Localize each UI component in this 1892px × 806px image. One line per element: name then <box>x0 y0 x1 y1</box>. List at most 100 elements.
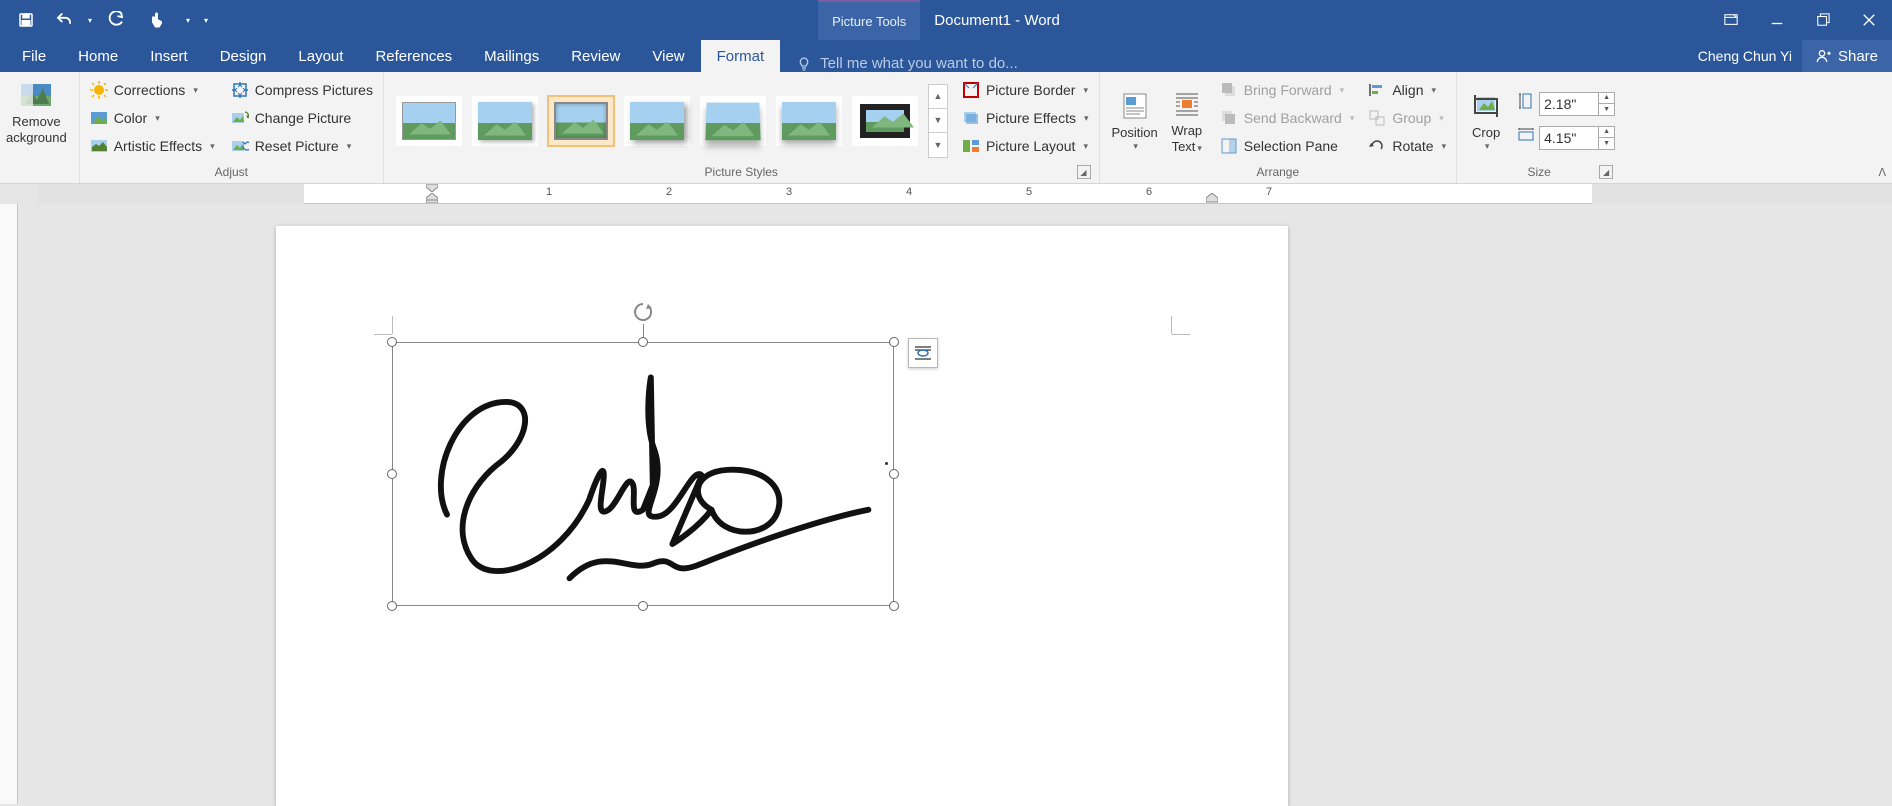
gallery-scroll-down[interactable]: ▼ <box>929 109 947 133</box>
picture-effects-icon <box>962 109 980 127</box>
height-down[interactable]: ▼ <box>1599 104 1614 115</box>
height-up[interactable]: ▲ <box>1599 93 1614 105</box>
layout-options-button[interactable] <box>908 338 938 368</box>
reset-picture-button[interactable]: Reset Picture▾ <box>227 132 377 160</box>
resize-handle-bl[interactable] <box>387 601 397 611</box>
undo-button[interactable] <box>46 2 82 38</box>
tab-review[interactable]: Review <box>555 40 636 72</box>
customize-qat-dropdown[interactable]: ▾ <box>196 16 216 25</box>
align-button[interactable]: Align▾ <box>1364 76 1450 104</box>
width-spinner[interactable]: ▲▼ <box>1598 127 1614 149</box>
first-line-indent-marker[interactable] <box>426 184 438 192</box>
change-picture-button[interactable]: Change Picture <box>227 104 377 132</box>
tab-references[interactable]: References <box>359 40 468 72</box>
picture-effects-button[interactable]: Picture Effects▾ <box>958 104 1093 132</box>
share-button[interactable]: Share <box>1802 40 1892 72</box>
resize-handle-tr[interactable] <box>889 337 899 347</box>
rotate-button[interactable]: Rotate▾ <box>1364 132 1450 160</box>
corrections-button[interactable]: Corrections▾ <box>86 76 219 104</box>
vertical-ruler[interactable] <box>0 204 18 804</box>
margin-corner-tr-h <box>1172 334 1190 335</box>
picture-layout-button[interactable]: Picture Layout▾ <box>958 132 1093 160</box>
height-input[interactable]: 2.18"▲▼ <box>1539 92 1615 116</box>
resize-handle-br[interactable] <box>889 601 899 611</box>
resize-handle-tl[interactable] <box>387 337 397 347</box>
selected-picture[interactable] <box>392 342 894 606</box>
picture-tools-context-tab[interactable]: Picture Tools <box>818 0 920 40</box>
minimize-button[interactable] <box>1754 0 1800 40</box>
style-thumb-7[interactable] <box>852 96 918 146</box>
lightbulb-icon <box>796 56 812 72</box>
document-page[interactable] <box>276 226 1288 806</box>
reset-picture-label: Reset Picture <box>255 138 339 154</box>
ruler-mark-3: 3 <box>786 186 792 198</box>
group-arrange: Position▾ Wrap Text▾ Bring Forward▾ Send… <box>1100 72 1458 183</box>
picture-styles-gallery[interactable]: ▲ ▼ ▼ <box>390 76 954 165</box>
crop-button[interactable]: Crop▾ <box>1463 76 1509 165</box>
style-thumb-2[interactable] <box>472 96 538 146</box>
tab-format[interactable]: Format <box>701 40 781 72</box>
remove-background-button[interactable]: Remove ackground <box>0 76 73 147</box>
style-thumb-6[interactable] <box>776 96 842 146</box>
ribbon-display-options-button[interactable] <box>1708 0 1754 40</box>
wrap-text-button[interactable]: Wrap Text▾ <box>1164 76 1210 165</box>
resize-handle-l[interactable] <box>387 469 397 479</box>
resize-handle-t[interactable] <box>638 337 648 347</box>
tab-home[interactable]: Home <box>62 40 134 72</box>
user-name[interactable]: Cheng Chun Yi <box>1688 48 1802 64</box>
picture-border-button[interactable]: Picture Border▾ <box>958 76 1093 104</box>
close-button[interactable] <box>1846 0 1892 40</box>
remove-background-icon <box>19 78 53 112</box>
right-indent-marker[interactable] <box>1206 193 1218 203</box>
picture-layout-icon <box>962 137 980 155</box>
redo-button[interactable] <box>98 2 134 38</box>
tab-file[interactable]: File <box>6 40 62 72</box>
tab-mailings[interactable]: Mailings <box>468 40 555 72</box>
bring-forward-button[interactable]: Bring Forward▾ <box>1216 76 1359 104</box>
style-thumb-5[interactable] <box>700 96 766 146</box>
compress-pictures-button[interactable]: Compress Pictures <box>227 76 377 104</box>
save-button[interactable] <box>8 2 44 38</box>
width-input[interactable]: 4.15" ▲▼ <box>1539 126 1615 150</box>
signature-image <box>398 348 888 603</box>
send-backward-button[interactable]: Send Backward▾ <box>1216 104 1359 132</box>
width-up[interactable]: ▲ <box>1599 127 1614 139</box>
position-icon <box>1118 89 1152 123</box>
tab-insert[interactable]: Insert <box>134 40 204 72</box>
picture-styles-dialog-launcher[interactable]: ◢ <box>1077 165 1091 179</box>
style-thumb-1[interactable] <box>396 96 462 146</box>
group-button[interactable]: Group▾ <box>1364 104 1450 132</box>
width-input-row: 4.15" ▲▼ <box>1517 125 1615 151</box>
horizontal-ruler[interactable]: 1 2 3 4 5 6 7 <box>38 184 1892 204</box>
gallery-more[interactable]: ▼ <box>929 133 947 157</box>
width-value: 4.15" <box>1544 130 1576 146</box>
collapse-ribbon-button[interactable]: ᐱ <box>1878 166 1886 179</box>
rotation-handle[interactable] <box>631 300 655 324</box>
picture-border-label: Picture Border <box>986 82 1075 98</box>
left-indent-marker[interactable] <box>426 193 438 203</box>
rotate-label: Rotate <box>1392 138 1433 154</box>
position-button[interactable]: Position▾ <box>1106 76 1164 165</box>
resize-handle-r[interactable] <box>889 469 899 479</box>
selection-pane-button[interactable]: Selection Pane <box>1216 132 1359 160</box>
rotate-icon <box>1368 137 1386 155</box>
tab-layout[interactable]: Layout <box>282 40 359 72</box>
style-thumb-3[interactable] <box>548 96 614 146</box>
undo-dropdown[interactable]: ▾ <box>84 16 96 25</box>
size-dialog-launcher[interactable]: ◢ <box>1599 165 1613 179</box>
touch-mode-dropdown[interactable]: ▾ <box>182 16 194 25</box>
gallery-scroll-up[interactable]: ▲ <box>929 85 947 109</box>
tell-me-search[interactable]: Tell me what you want to do... <box>796 55 1018 72</box>
tab-design[interactable]: Design <box>204 40 283 72</box>
artistic-effects-button[interactable]: Artistic Effects▾ <box>86 132 219 160</box>
ruler-mark-5: 5 <box>1026 186 1032 198</box>
height-spinner[interactable]: ▲▼ <box>1598 93 1614 115</box>
tab-view[interactable]: View <box>636 40 700 72</box>
touch-mode-button[interactable] <box>136 2 180 38</box>
restore-button[interactable] <box>1800 0 1846 40</box>
picture-border-icon <box>962 81 980 99</box>
account-area: Cheng Chun Yi Share <box>1688 40 1892 72</box>
color-button[interactable]: Color▾ <box>86 104 219 132</box>
width-down[interactable]: ▼ <box>1599 138 1614 149</box>
style-thumb-4[interactable] <box>624 96 690 146</box>
